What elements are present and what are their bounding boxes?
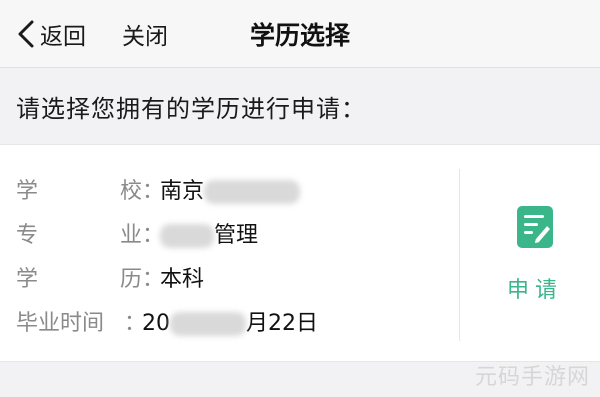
navigation-bar: 返回 关闭 学历选择 — [0, 0, 600, 68]
degree-row: 学 历 ： 本科 — [16, 255, 318, 299]
site-watermark: 元码手游网 — [474, 365, 590, 390]
graduation-label: 毕业时间 — [16, 311, 105, 336]
graduation-value: 20 月22日 — [142, 311, 318, 336]
apply-label: 申请 — [506, 278, 563, 303]
major-value: 管理 — [160, 217, 258, 249]
education-info: 学 校 ： 南京 专 业 ： 管理 学 历 ： 本科 毕业时间 ： 20 月22… — [16, 167, 318, 343]
redacted-blur — [170, 312, 246, 336]
school-value: 南京 — [160, 173, 301, 205]
degree-value: 本科 — [160, 267, 205, 292]
edit-document-icon — [515, 204, 555, 250]
selection-prompt: 请选择您拥有的学历进行申请： — [16, 94, 366, 123]
redacted-blur — [160, 224, 214, 248]
major-label: 专 业 — [16, 223, 142, 248]
school-row: 学 校 ： 南京 — [16, 167, 318, 211]
redacted-blur — [204, 180, 301, 204]
apply-button[interactable]: 申请 — [470, 145, 600, 363]
education-card[interactable]: 学 校 ： 南京 专 业 ： 管理 学 历 ： 本科 毕业时间 ： 20 月22… — [0, 144, 600, 362]
page-title: 学历选择 — [249, 21, 350, 50]
graduation-row: 毕业时间 ： 20 月22日 — [16, 299, 318, 343]
school-label: 学 校 — [16, 179, 142, 204]
degree-label: 学 历 — [16, 267, 142, 292]
major-row: 专 业 ： 管理 — [16, 211, 318, 255]
vertical-divider — [459, 169, 460, 341]
